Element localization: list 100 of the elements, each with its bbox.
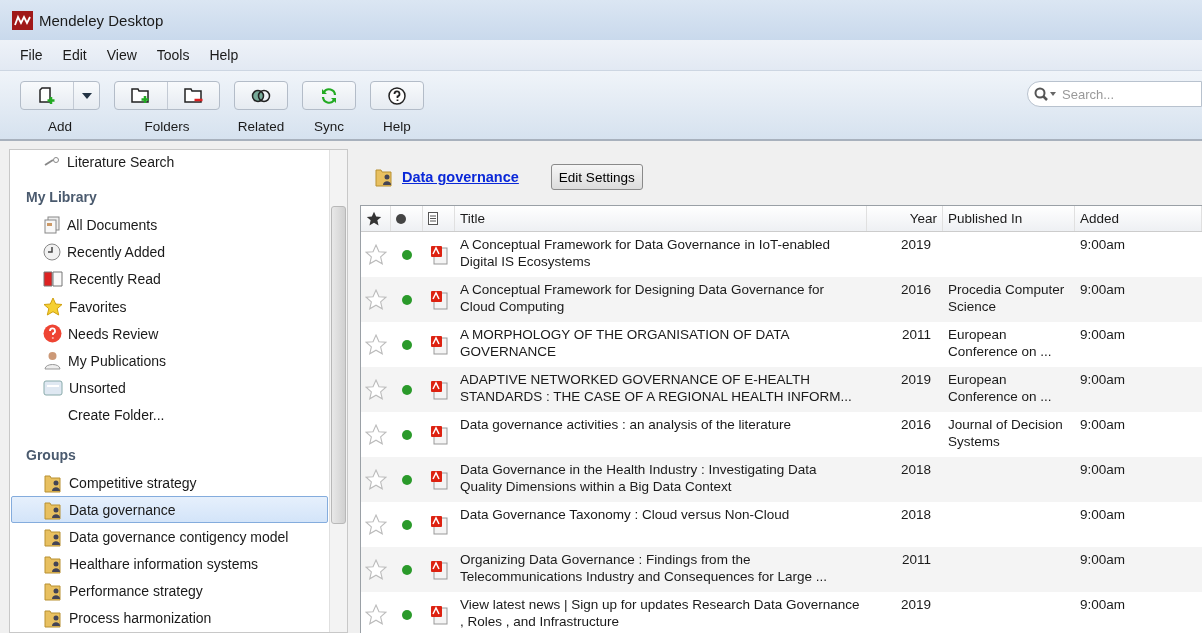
pdf-icon: [430, 379, 448, 400]
added-cell-text: 9:00am: [1079, 236, 1127, 254]
pdf-icon: [430, 244, 448, 265]
group-folder-icon: [43, 608, 63, 629]
tray-icon: [43, 380, 63, 397]
remove-folder-icon: [182, 86, 205, 105]
book-icon: [43, 270, 63, 289]
title-cell-text: Data Governance in the Health Industry : Investigating Data Quality Dimensions within a Big Data Context: [459, 461, 818, 496]
sidebar-item[interactable]: Competitive strategy: [11, 468, 328, 497]
dot-icon: [396, 213, 406, 224]
pdf-icon: [430, 469, 448, 490]
year-cell-text: 2019: [899, 596, 932, 614]
search-bar[interactable]: Search...: [1027, 81, 1202, 107]
sidebar-item[interactable]: Create Folder...: [11, 401, 328, 429]
sidebar-item[interactable]: Recently Added: [11, 238, 328, 266]
column-header[interactable]: Added: [1075, 206, 1202, 231]
menu-item[interactable]: Tools: [148, 45, 198, 65]
sidebar-item[interactable]: Data governance: [11, 496, 328, 524]
group-folder-icon: [374, 167, 394, 187]
year-cell-text: 2011: [900, 551, 932, 569]
published-in-cell-text: European Conference on ...: [947, 326, 1053, 361]
added-cell-text: 9:00am: [1079, 461, 1127, 479]
year-cell-text: 2019: [899, 371, 932, 389]
menu-item[interactable]: File: [12, 45, 51, 65]
published-in-cell-text: Journal of Decision Systems: [947, 416, 1064, 451]
toolbar-button[interactable]: [370, 81, 424, 110]
added-cell-text: 9:00am: [1079, 506, 1127, 524]
year-cell-text: 2016: [899, 416, 932, 434]
title-cell-text: ADAPTIVE NETWORKED GOVERNANCE OF E-HEALTH STANDARDS : THE CASE OF A REGIONAL HEALTH INFORM...: [459, 371, 853, 406]
menu-item[interactable]: Help: [201, 45, 247, 65]
menu-item[interactable]: View: [98, 45, 145, 65]
add-document-icon: [37, 85, 57, 106]
column-header[interactable]: Year: [867, 206, 943, 231]
sidebar-item[interactable]: Recently Read: [11, 265, 328, 293]
pdf-icon: [430, 334, 448, 355]
menu-item[interactable]: Edit: [54, 45, 95, 65]
scrollbar[interactable]: [329, 150, 347, 632]
column-header[interactable]: Title: [455, 206, 867, 231]
sidebar-item[interactable]: Needs Review: [11, 320, 328, 348]
pdf-icon: [430, 514, 448, 535]
column-header[interactable]: Published In: [943, 206, 1075, 231]
title-cell-text: Organizing Data Governance : Findings from the Telecommunications Industry and Consequences for Large ...: [459, 551, 828, 586]
added-cell-text: 9:00am: [1079, 326, 1127, 344]
added-cell-text: 9:00am: [1079, 416, 1127, 434]
star-icon: [366, 210, 382, 227]
pdf-icon: [430, 424, 448, 445]
star-icon: [43, 296, 63, 317]
related-circles-icon: [251, 88, 271, 103]
toolbar-button[interactable]: [234, 81, 288, 110]
sidebar-item[interactable]: Healthare information systems: [11, 550, 328, 578]
clock-icon: [43, 243, 61, 262]
group-folder-icon: [43, 499, 63, 520]
year-cell-text: 2018: [899, 506, 932, 524]
title-cell-text: A Conceptual Framework for Data Governance in IoT-enabled Digital IS Ecosystems: [459, 236, 831, 271]
sidebar-item[interactable]: Unsorted: [11, 374, 328, 402]
published-in-cell-text: European Conference on ...: [947, 371, 1053, 406]
title-cell-text: Data governance activities : an analysis of the literature: [459, 416, 792, 434]
person-icon: [43, 351, 62, 371]
edit-settings-button[interactable]: Edit Settings: [550, 164, 643, 190]
sidebar-item[interactable]: Favorites: [11, 293, 328, 321]
year-cell-text: 2011: [900, 326, 932, 344]
toolbar-label: Add: [48, 119, 72, 134]
group-folder-icon: [43, 554, 63, 575]
window-title: Mendeley Desktop: [39, 11, 164, 29]
documents-icon: [43, 216, 61, 235]
section-title: Groups: [25, 445, 77, 465]
title-cell-text: View latest news | Sign up for updates Research Data Governance , Roles , and Infrastructure: [459, 596, 861, 631]
group-link[interactable]: Data governance: [402, 169, 519, 185]
pdf-icon: [430, 289, 448, 310]
group-folder-icon: [43, 581, 63, 602]
sidebar-item[interactable]: All Documents: [11, 211, 328, 239]
title-cell-text: Data Governance Taxonomy : Cloud versus Non-Cloud: [459, 506, 791, 524]
year-cell-text: 2018: [899, 461, 932, 479]
toolbar-label: Sync: [314, 119, 344, 134]
sidebar-item[interactable]: Process harmonization: [11, 604, 328, 632]
sidebar-item[interactable]: Data governance contigency model: [11, 523, 328, 551]
sidebar-item[interactable]: My Publications: [11, 347, 328, 375]
added-cell-text: 9:00am: [1079, 551, 1127, 569]
question-icon: [43, 324, 62, 344]
added-cell-text: 9:00am: [1079, 371, 1127, 389]
toolbar-label: Help: [383, 119, 411, 134]
app-logo-icon: [12, 10, 33, 30]
pdf-icon: [430, 604, 448, 625]
document-icon: [428, 212, 438, 225]
search-icon: [1034, 87, 1058, 101]
year-cell-text: 2016: [899, 281, 932, 299]
year-cell-text: 2019: [899, 236, 932, 254]
magnifier-icon: [43, 156, 61, 167]
sync-icon: [320, 86, 338, 105]
added-cell-text: 9:00am: [1079, 281, 1127, 299]
sidebar-item[interactable]: Performance strategy: [11, 577, 328, 605]
add-folder-icon: [130, 86, 152, 105]
sidebar-item[interactable]: Literature Search: [11, 152, 328, 172]
group-folder-icon: [43, 526, 63, 547]
added-cell-text: 9:00am: [1079, 596, 1127, 614]
toolbar-label: Related: [237, 119, 285, 134]
caret-icon: [81, 92, 92, 99]
search-input[interactable]: Search...: [1060, 85, 1164, 103]
title-cell-text: A MORPHOLOGY OF THE ORGANISATION OF DATA GOVERNANCE: [459, 326, 791, 361]
section-title: My Library: [25, 188, 98, 208]
